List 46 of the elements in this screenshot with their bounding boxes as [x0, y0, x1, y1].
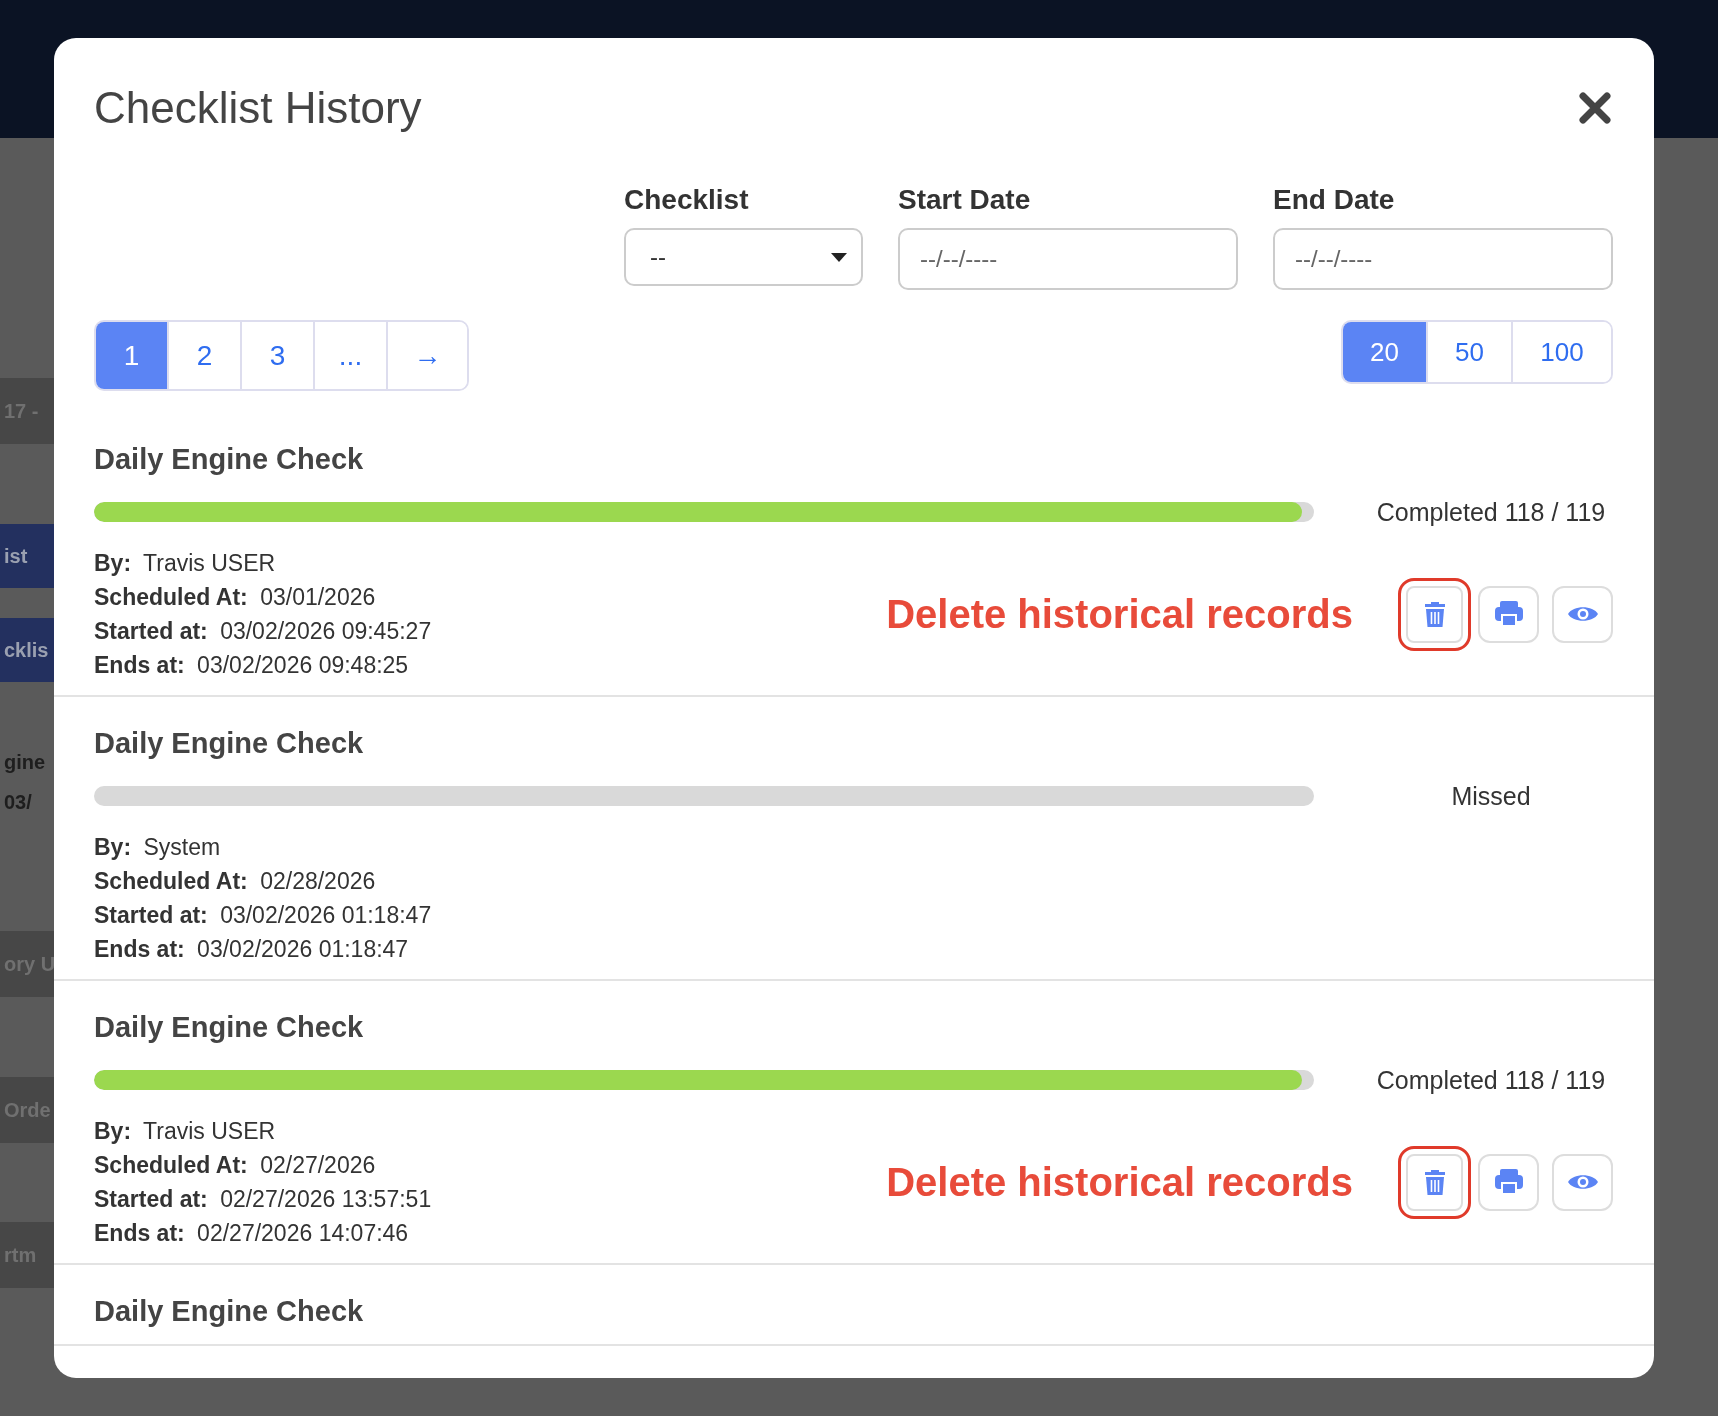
- dialog-title: Checklist History: [94, 83, 422, 133]
- delete-button[interactable]: [1398, 1145, 1471, 1219]
- trash-icon: [1423, 600, 1446, 628]
- record-title: Daily Engine Check: [94, 1294, 365, 1329]
- completion-status: Completed 118 / 119: [1375, 497, 1607, 527]
- eye-icon: [1567, 604, 1598, 624]
- field-label: End Date: [1273, 183, 1396, 217]
- record-title: Daily Engine Check: [94, 442, 365, 477]
- print-button[interactable]: [1478, 585, 1539, 643]
- delete-button[interactable]: [1398, 577, 1471, 651]
- record-detail: Scheduled At: 02/27/2026: [94, 1151, 377, 1180]
- printer-icon: [1494, 1169, 1523, 1195]
- field-label: Checklist: [624, 183, 750, 217]
- record-title: Daily Engine Check: [94, 726, 365, 761]
- record-detail: Started at: 03/02/2026 09:45:27: [94, 617, 432, 646]
- record-detail: Ends at: 02/27/2026 14:07:46: [94, 1219, 410, 1248]
- date-input-field[interactable]: --/--/----: [1273, 228, 1613, 290]
- background-text: 03/: [3, 790, 33, 815]
- caret-icon: [831, 252, 847, 262]
- field-label: Start Date: [898, 183, 1032, 217]
- record-detail: Started at: 02/27/2026 13:57:51: [94, 1185, 432, 1214]
- background-text: gine: [3, 750, 47, 775]
- page-size-button[interactable]: 20: [1343, 322, 1428, 382]
- record-title: Daily Engine Check: [94, 1010, 365, 1045]
- close-icon[interactable]: [1577, 90, 1613, 126]
- page-button[interactable]: 1: [96, 322, 169, 389]
- record-detail: By: System: [94, 833, 222, 862]
- record-detail: Started at: 03/02/2026 01:18:47: [94, 901, 432, 930]
- record-detail: Scheduled At: 03/01/2026: [94, 583, 377, 612]
- completion-status: Completed 118 / 119: [1375, 1065, 1607, 1095]
- record-detail: Scheduled At: 02/28/2026: [94, 867, 377, 896]
- print-button[interactable]: [1478, 1153, 1539, 1211]
- date-input-field[interactable]: --/--/----: [898, 228, 1238, 290]
- dropdown[interactable]: --: [624, 228, 863, 286]
- record-detail: By: Travis USER: [94, 1117, 277, 1146]
- annotation-text: Delete historical records: [886, 1159, 1353, 1205]
- annotation-text: Delete historical records: [886, 591, 1353, 637]
- missed-status: Missed: [1450, 781, 1532, 811]
- record-detail: By: Travis USER: [94, 549, 277, 578]
- record-detail: Ends at: 03/02/2026 01:18:47: [94, 935, 410, 964]
- record-detail: Ends at: 03/02/2026 09:48:25: [94, 651, 410, 680]
- view-button[interactable]: [1552, 585, 1613, 643]
- printer-icon: [1494, 601, 1523, 627]
- trash-icon: [1423, 1168, 1446, 1196]
- eye-icon: [1567, 1172, 1598, 1192]
- view-button[interactable]: [1552, 1153, 1613, 1211]
